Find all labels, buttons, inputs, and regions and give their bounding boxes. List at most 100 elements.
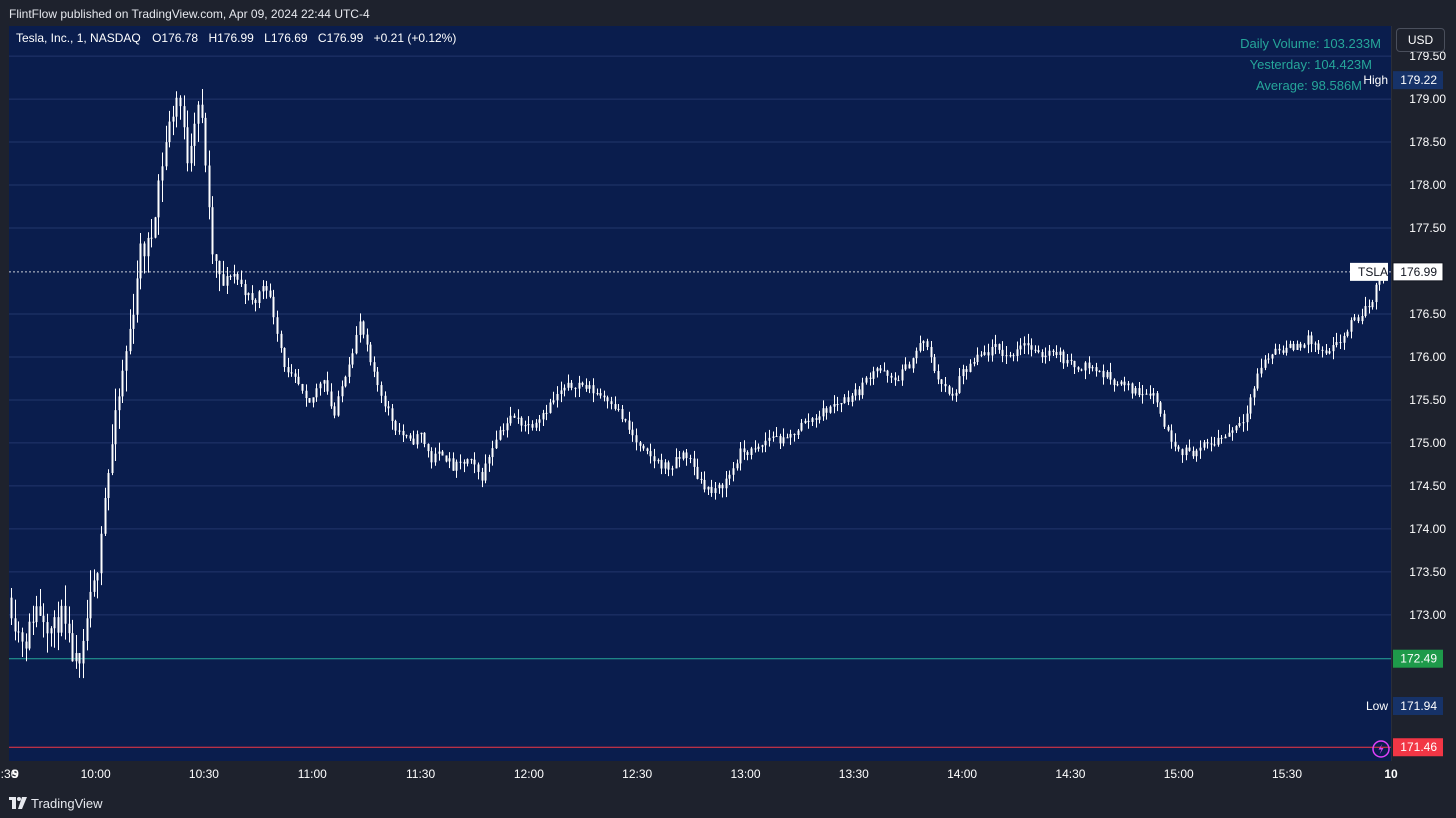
- x-tick-label: 10:30: [189, 767, 219, 781]
- candle-body: [1364, 306, 1367, 317]
- candle-body: [1321, 349, 1324, 351]
- candle-body: [290, 372, 293, 374]
- candle-body: [610, 401, 613, 405]
- candle-body: [894, 377, 897, 381]
- time-axis[interactable]: :369 10:00 10:30 11:00 11:30 12:00 12:30 13:00 1…: [1, 767, 1398, 781]
- candle-body: [700, 478, 703, 480]
- candle-body: [1289, 343, 1292, 348]
- candle-body: [646, 448, 649, 452]
- candle-body: [1346, 331, 1349, 336]
- candle-body: [1088, 362, 1091, 369]
- candle-body: [987, 352, 990, 356]
- currency-button[interactable]: USD: [1396, 28, 1445, 52]
- candle-body: [344, 376, 347, 387]
- candle-body: [980, 354, 983, 356]
- candle-body: [1299, 343, 1302, 348]
- candle-body: [797, 430, 800, 436]
- brand-name: TradingView: [31, 795, 103, 811]
- candle-body: [678, 457, 681, 459]
- candle-body: [707, 486, 710, 490]
- candle-body: [312, 397, 315, 403]
- candle-body: [624, 419, 627, 421]
- candle-body: [491, 448, 494, 458]
- candle-body: [1131, 383, 1134, 394]
- candle-body: [100, 533, 103, 574]
- candle-body: [258, 291, 261, 303]
- candle-body: [1098, 370, 1101, 372]
- price-label-value: 179.22: [1400, 73, 1437, 87]
- candle-body: [143, 243, 146, 257]
- candle-body: [1339, 342, 1342, 344]
- candle-body: [861, 382, 864, 396]
- candle-body: [639, 442, 642, 446]
- candle-body: [10, 597, 13, 619]
- candle-body: [129, 328, 132, 352]
- y-tick-label: 175.00: [1409, 436, 1446, 450]
- candle-body: [1116, 384, 1119, 386]
- candle-body: [1235, 425, 1238, 431]
- candle-body: [768, 437, 771, 441]
- price-chart[interactable]: 179.50179.00178.50178.00177.50176.50176.…: [0, 0, 1456, 818]
- candle-body: [807, 420, 810, 422]
- candle-body: [190, 145, 193, 164]
- candle-body: [815, 418, 818, 420]
- candle-body: [215, 254, 218, 261]
- candle-body: [330, 391, 333, 407]
- candle-body: [1307, 335, 1310, 345]
- candle-body: [991, 346, 994, 356]
- candle-body: [409, 435, 412, 439]
- candle-body: [527, 424, 530, 426]
- x-tick-label: 14:00: [947, 767, 977, 781]
- candle-body: [969, 363, 972, 372]
- candle-body: [570, 382, 573, 388]
- plot-area[interactable]: [9, 26, 1391, 761]
- candle-body: [1274, 348, 1277, 355]
- candle-body: [1106, 372, 1109, 378]
- candle-body: [301, 384, 304, 391]
- candle-body: [535, 422, 538, 428]
- price-label-tag: Low: [1366, 699, 1388, 713]
- candle-body: [1256, 373, 1259, 389]
- candle-body: [204, 117, 207, 166]
- candle-body: [847, 397, 850, 402]
- average-volume: Average: 98.586M: [1256, 78, 1362, 93]
- candle-body: [721, 484, 724, 489]
- candle-body: [1084, 362, 1087, 371]
- candle-body: [940, 379, 943, 384]
- candle-body: [1328, 351, 1331, 354]
- candle-body: [689, 458, 692, 460]
- candle-body: [556, 394, 559, 401]
- candle-body: [542, 413, 545, 420]
- candle-body: [962, 369, 965, 377]
- candle-body: [394, 420, 397, 431]
- candle-body: [588, 385, 591, 389]
- candle-body: [1080, 369, 1083, 371]
- tradingview-logo-icon: [9, 797, 27, 809]
- y-tick-label: 178.50: [1409, 135, 1446, 149]
- candle-body: [772, 436, 775, 438]
- candle-body: [136, 278, 139, 315]
- candle-body: [297, 376, 300, 385]
- candle-body: [147, 237, 150, 257]
- candle-body: [323, 380, 326, 384]
- candle-body: [197, 104, 200, 124]
- candle-body: [919, 343, 922, 351]
- x-tick-label: 10: [1384, 767, 1398, 781]
- candle-body: [872, 371, 875, 379]
- tradingview-logo[interactable]: TradingView: [9, 795, 103, 811]
- candle-body: [366, 334, 369, 345]
- candle-body: [233, 273, 236, 277]
- candle-body: [739, 448, 742, 464]
- candle-body: [1368, 306, 1371, 308]
- candle-body: [617, 408, 620, 410]
- candle-body: [484, 463, 487, 481]
- candle-body: [78, 653, 81, 664]
- candle-body: [1170, 430, 1173, 442]
- candle-body: [1174, 441, 1177, 447]
- candle-body: [254, 299, 257, 303]
- candle-body: [1027, 343, 1030, 346]
- candle-body: [269, 290, 272, 297]
- candle-body: [1019, 345, 1022, 350]
- candle-body: [139, 243, 142, 279]
- candle-body: [82, 640, 85, 664]
